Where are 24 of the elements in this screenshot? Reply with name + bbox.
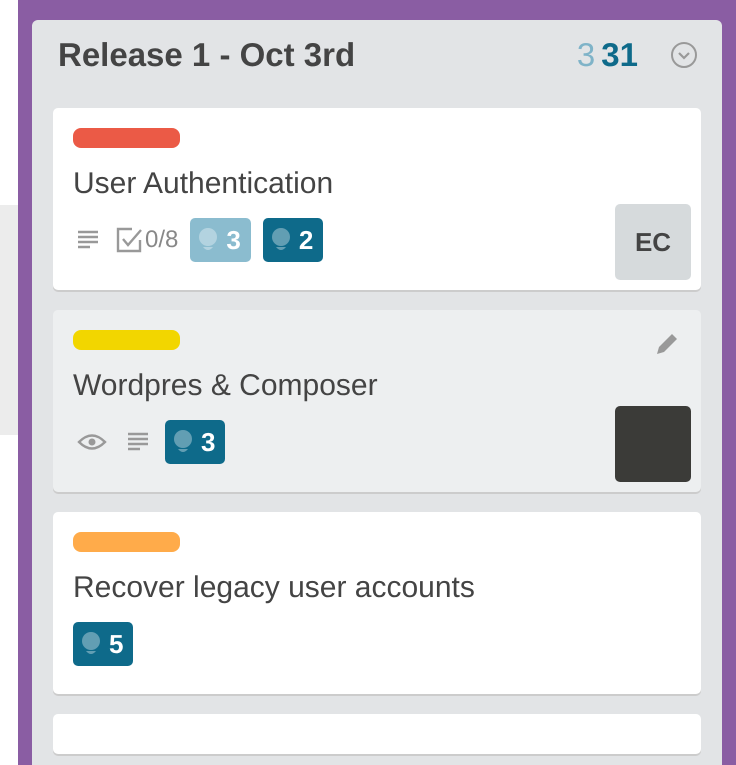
- eye-icon: [77, 433, 107, 451]
- card[interactable]: Recover legacy user accounts 5: [53, 512, 701, 694]
- card-title: Recover legacy user accounts: [73, 570, 475, 606]
- member-avatar[interactable]: EC: [615, 204, 691, 280]
- card-title: User Authentication: [73, 166, 334, 202]
- vote-badge: 5: [73, 622, 134, 666]
- vote-badge: 3: [165, 420, 226, 464]
- lightbulb-icon: [81, 631, 101, 657]
- checklist-icon: [115, 226, 143, 254]
- description-icon: [127, 432, 149, 452]
- card[interactable]: Wordpres & Composer 3: [53, 310, 701, 492]
- chevron-down-icon[interactable]: [670, 41, 698, 69]
- checklist-count: 0/8: [145, 226, 178, 254]
- lightbulb-icon: [173, 429, 193, 455]
- list-title: Release 1 - Oct 3rd: [58, 36, 356, 74]
- vote-badge: 2: [262, 218, 324, 262]
- card[interactable]: User Authentication 0/8 3 2 EC: [53, 108, 701, 290]
- card-count: 3: [576, 36, 596, 74]
- vote-badge: 3: [190, 218, 251, 262]
- description-icon: [77, 230, 99, 250]
- card-count: 31: [601, 36, 638, 74]
- card-title: Wordpres & Composer: [73, 368, 378, 404]
- lightbulb-icon: [270, 227, 291, 253]
- lightbulb-icon: [198, 227, 218, 253]
